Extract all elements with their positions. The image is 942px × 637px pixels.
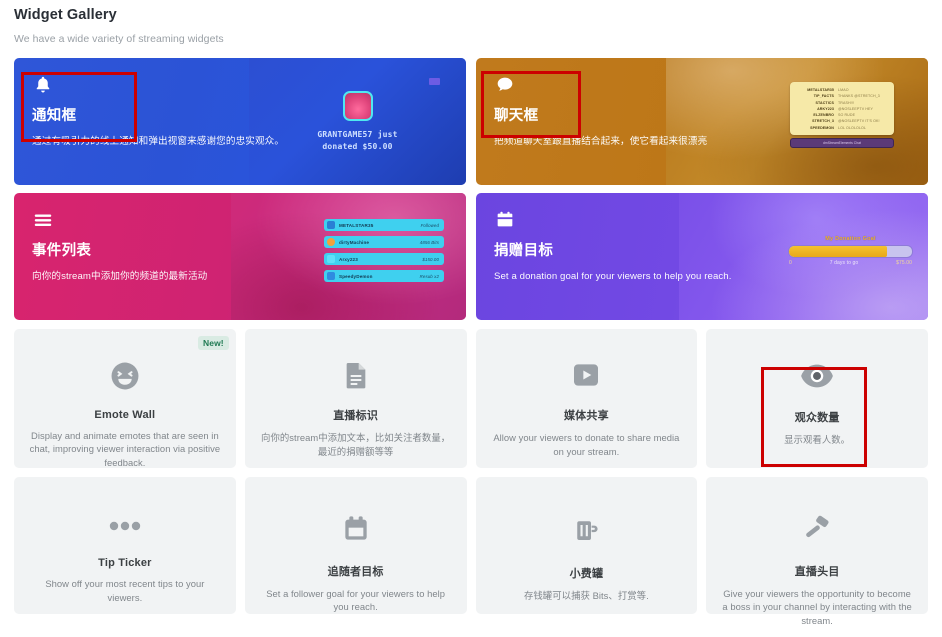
bell-icon (36, 76, 50, 93)
widget-desc-stream-boss: Give your viewers the opportunity to bec… (722, 588, 912, 626)
beer-mug-icon (571, 513, 601, 547)
widget-desc-emote-wall: Display and animate emotes that are seen… (29, 430, 221, 468)
featured-card-eventlist[interactable]: METALSTAR35 Followed dirtyMachine 4856 B… (14, 193, 466, 320)
featured-title-chatbox: 聊天框 (494, 108, 539, 124)
calendar-icon (340, 513, 372, 545)
widget-desc-tip-jar: 存钱罐可以捕获 Bits、打赏等. (523, 590, 649, 601)
widget-desc-media-share: Allow your viewers to donate to share me… (493, 432, 680, 457)
widget-gallery-page: Widget Gallery We have a wide variety of… (0, 0, 942, 637)
laughing-face-icon (108, 359, 142, 393)
status-badge-new: New! (198, 336, 229, 350)
featured-desc-chatbox: 把频道聊天室跟直播结合起来，使它看起来很漂亮 (494, 135, 708, 147)
featured-desc-eventlist: 向你的stream中添加你的频道的最新活动 (32, 270, 208, 282)
widget-card-viewer-count[interactable]: 观众数量 显示观看人数。 (706, 329, 928, 468)
widget-desc-viewer-count: 显示观看人数。 (784, 434, 851, 445)
featured-title-eventlist: 事件列表 (32, 243, 92, 259)
eye-icon (800, 359, 834, 393)
widget-title-tip-ticker: Tip Ticker (98, 557, 152, 570)
ellipsis-icon (108, 513, 142, 539)
widget-card-emote-wall[interactable]: New! Emote Wall Display and animate emot… (14, 329, 236, 468)
document-icon (340, 359, 372, 391)
featured-card-alertbox[interactable]: GRANTGAME57 just donated $50.00 通知框 通过有吸… (14, 58, 466, 185)
widget-card-stream-boss[interactable]: 直播头目 Give your viewers the opportunity t… (706, 477, 928, 626)
widget-title-tip-jar: 小费罐 (569, 568, 604, 580)
widget-card-tip-ticker[interactable]: Tip Ticker Show off your most recent tip… (14, 477, 236, 614)
widget-title-follower-goal: 追随者目标 (327, 566, 384, 578)
widget-desc-tip-ticker: Show off your most recent tips to your v… (45, 578, 205, 603)
widget-card-media-share[interactable]: 媒体共享 Allow your viewers to donate to sha… (475, 329, 698, 468)
chat-bubble-icon (497, 77, 513, 91)
page-subtitle: We have a wide variety of streaming widg… (14, 33, 224, 45)
featured-desc-alertbox: 通过有吸引力的线上通知和弹出视窗来感谢您的忠实观众。 (32, 135, 285, 147)
widget-grid: New! Emote Wall Display and animate emot… (14, 329, 928, 626)
widget-card-tip-jar[interactable]: 小费罐 存钱罐可以捕获 Bits、打赏等. (475, 477, 698, 614)
widget-title-viewer-count: 观众数量 (794, 412, 840, 424)
widget-card-stream-label[interactable]: 直播标识 向你的stream中添加文本，比如关注者数量，最近的捐赠额等等 (244, 329, 467, 468)
featured-title-alertbox: 通知框 (32, 108, 77, 124)
featured-card-donationgoal[interactable]: My Donation Goal 0 7 days to go $75.00 捐… (476, 193, 928, 320)
play-icon (570, 359, 602, 391)
widget-title-emote-wall: Emote Wall (94, 409, 156, 421)
featured-card-chatbox[interactable]: METALSTAR35 LMAO TIP_FACTS THANKS @STRET… (476, 58, 928, 185)
widget-title-stream-boss: 直播头目 (794, 566, 840, 578)
featured-title-donationgoal: 捐赠目标 (494, 243, 554, 259)
calendar-icon (497, 211, 513, 227)
widget-desc-stream-label: 向你的stream中添加文本，比如关注者数量，最近的捐赠额等等 (261, 432, 451, 457)
widget-title-stream-label: 直播标识 (333, 410, 379, 423)
widget-title-media-share: 媒体共享 (563, 410, 609, 423)
widget-desc-follower-goal: Set a follower goal for your viewers to … (266, 588, 446, 613)
widget-card-follower-goal[interactable]: 追随者目标 Set a follower goal for your viewe… (244, 477, 467, 614)
featured-widgets-grid: GRANTGAME57 just donated $50.00 通知框 通过有吸… (14, 58, 928, 320)
hammer-icon (801, 513, 833, 545)
page-title: Widget Gallery (14, 7, 117, 23)
featured-desc-donationgoal: Set a donation goal for your viewers to … (494, 270, 732, 282)
list-icon (34, 214, 52, 227)
